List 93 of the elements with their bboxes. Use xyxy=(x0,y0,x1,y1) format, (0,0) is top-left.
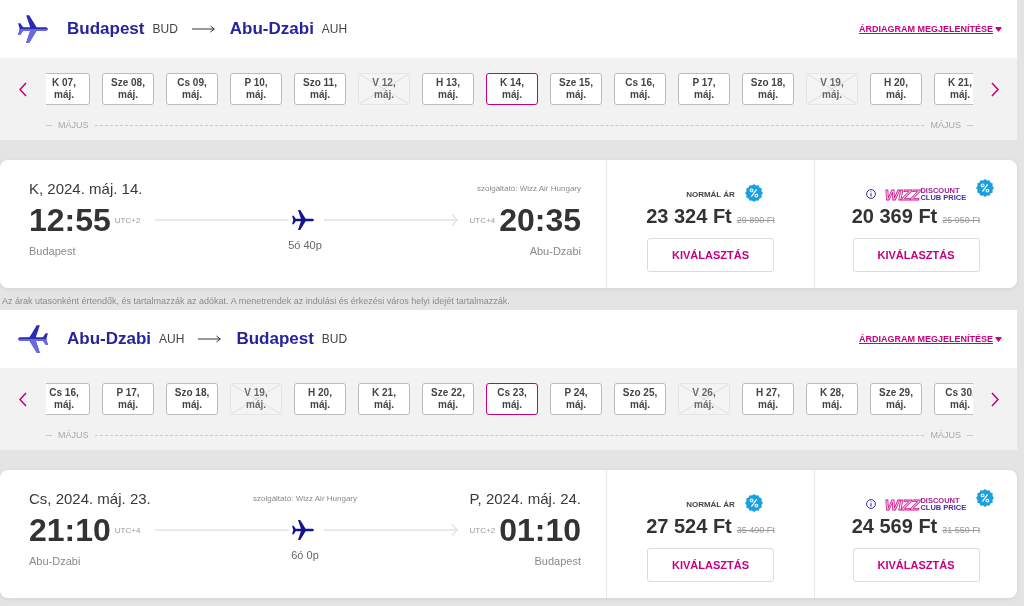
fare-price: 27 524 Ft xyxy=(646,514,732,538)
date-button[interactable]: K 21, máj. xyxy=(358,383,410,415)
plane-icon xyxy=(292,210,314,230)
date-button[interactable]: P 10, máj. xyxy=(230,73,282,105)
month-label: MÁJUS xyxy=(930,120,961,130)
date-button[interactable]: H 20, máj. xyxy=(870,73,922,105)
fare-label: NORMÁL ÁR xyxy=(686,189,735,199)
old-price: 25 950 Ft xyxy=(942,215,981,225)
old-price: 29 890 Ft xyxy=(736,215,775,225)
departure-date: K, 2024. máj. 14. xyxy=(29,179,143,197)
discount-badge-icon xyxy=(976,179,995,197)
fare-price: 23 324 Ft xyxy=(646,204,732,228)
date-button[interactable]: Szo 18, máj. xyxy=(166,383,218,415)
select-button[interactable]: KIVÁLASZTÁS xyxy=(647,548,774,582)
departure-time: 12:55 xyxy=(29,202,111,238)
plane-icon xyxy=(18,15,48,43)
caret-down-icon xyxy=(995,336,1002,342)
date-button[interactable]: K 07, máj. xyxy=(46,73,90,105)
month-label: MÁJUS xyxy=(930,430,961,440)
price-chart-link[interactable]: ÁRDIAGRAM MEGJELENÍTÉSE xyxy=(859,24,993,34)
date-button[interactable]: Cs 16, máj. xyxy=(46,383,90,415)
timezone-label: UTC+4 xyxy=(469,215,496,225)
select-button[interactable]: KIVÁLASZTÁS xyxy=(852,238,980,272)
discount-badge-icon xyxy=(744,184,763,202)
timezone-label: UTC+4 xyxy=(114,525,141,535)
date-button[interactable]: Sze 22, máj. xyxy=(422,383,474,415)
timezone-label: UTC+2 xyxy=(469,525,496,535)
city-name: Budapest xyxy=(67,19,145,39)
flight-duration: 5ó 40p xyxy=(288,238,322,252)
arrival-city: Budapest xyxy=(534,554,581,568)
departure-date: Cs, 2024. máj. 23. xyxy=(29,489,151,507)
discount-badge-icon xyxy=(744,494,763,512)
date-button[interactable]: K 14, máj. xyxy=(486,73,538,105)
date-button[interactable]: Sze 08, máj. xyxy=(102,73,154,105)
flight-duration: 6ó 0p xyxy=(291,548,319,562)
city-name: Abu-Dzabi xyxy=(67,329,152,349)
city-name: Abu-Dzabi xyxy=(229,19,314,39)
date-button[interactable]: H 20, máj. xyxy=(294,383,346,415)
departure-city: Budapest xyxy=(29,244,76,258)
chevron-left-icon xyxy=(19,81,27,97)
arrival-time: 20:35 xyxy=(499,202,581,238)
timezone-label: UTC+2 xyxy=(114,215,141,225)
date-button[interactable]: Szo 11, máj. xyxy=(294,73,346,105)
chevron-right-icon xyxy=(991,81,999,97)
logo-wordmark: WIZZ xyxy=(884,186,920,202)
month-label: MÁJUS xyxy=(58,430,89,440)
arrival-date: P, 2024. máj. 24. xyxy=(469,489,581,507)
date-button[interactable]: H 13, máj. xyxy=(422,73,474,105)
select-button[interactable]: KIVÁLASZTÁS xyxy=(852,548,980,582)
month-label: MÁJUS xyxy=(58,120,89,130)
date-button[interactable]: K 21, máj. xyxy=(934,73,973,105)
city-name: Budapest xyxy=(236,329,314,349)
plane-icon xyxy=(18,325,48,353)
date-button[interactable]: Cs 09, máj. xyxy=(166,73,218,105)
plane-icon xyxy=(292,520,314,540)
airport-code: AUH xyxy=(321,22,348,36)
date-button[interactable]: K 28, máj. xyxy=(806,383,858,415)
operator-text: szolgáltató: Wizz Air Hungary xyxy=(252,493,357,503)
airport-code: AUH xyxy=(159,332,185,346)
price-chart-link[interactable]: ÁRDIAGRAM MEGJELENÍTÉSE xyxy=(859,334,993,344)
departure-city: Abu-Dzabi xyxy=(29,554,81,568)
chevron-right-icon xyxy=(991,391,999,407)
old-price: 35 490 Ft xyxy=(736,525,775,535)
discount-badge-icon xyxy=(976,489,995,507)
date-button[interactable]: P 24, máj. xyxy=(550,383,602,415)
operator-text: szolgáltató: Wizz Air Hungary xyxy=(476,183,581,193)
date-button[interactable]: Sze 15, máj. xyxy=(550,73,602,105)
fare-label: NORMÁL ÁR xyxy=(686,499,735,509)
date-button[interactable]: Szo 25, máj. xyxy=(614,383,666,415)
arrow-icon xyxy=(198,335,222,343)
arrow-icon xyxy=(191,25,215,33)
airport-code: BUD xyxy=(321,332,348,346)
arrival-time: 01:10 xyxy=(499,512,581,548)
departure-time: 21:10 xyxy=(29,512,111,548)
logo-wordmark: WIZZ xyxy=(884,496,920,512)
date-button[interactable]: P 17, máj. xyxy=(102,383,154,415)
chevron-left-icon xyxy=(19,391,27,407)
arrival-city: Abu-Dzabi xyxy=(529,244,581,258)
date-button[interactable]: P 17, máj. xyxy=(678,73,730,105)
fare-price: 20 369 Ft xyxy=(851,204,938,228)
date-button[interactable]: Cs 16, máj. xyxy=(614,73,666,105)
date-button[interactable]: Szo 18, máj. xyxy=(742,73,794,105)
airport-code: BUD xyxy=(152,22,178,36)
date-button[interactable]: Cs 23, máj. xyxy=(486,383,538,415)
price-note: Az árak utasonként értendők, és tartalmazzák az adókat. A menetrendek az indulási és érkezési város helyi idejét tartalmazzák. xyxy=(1,295,511,308)
caret-down-icon xyxy=(995,26,1002,32)
fare-price: 24 569 Ft xyxy=(851,514,938,538)
info-icon[interactable] xyxy=(865,189,876,199)
old-price: 31 550 Ft xyxy=(942,525,981,535)
info-icon[interactable] xyxy=(865,499,876,509)
date-button[interactable]: H 27, máj. xyxy=(742,383,794,415)
date-button[interactable]: Sze 29, máj. xyxy=(870,383,922,415)
select-button[interactable]: KIVÁLASZTÁS xyxy=(647,238,774,272)
